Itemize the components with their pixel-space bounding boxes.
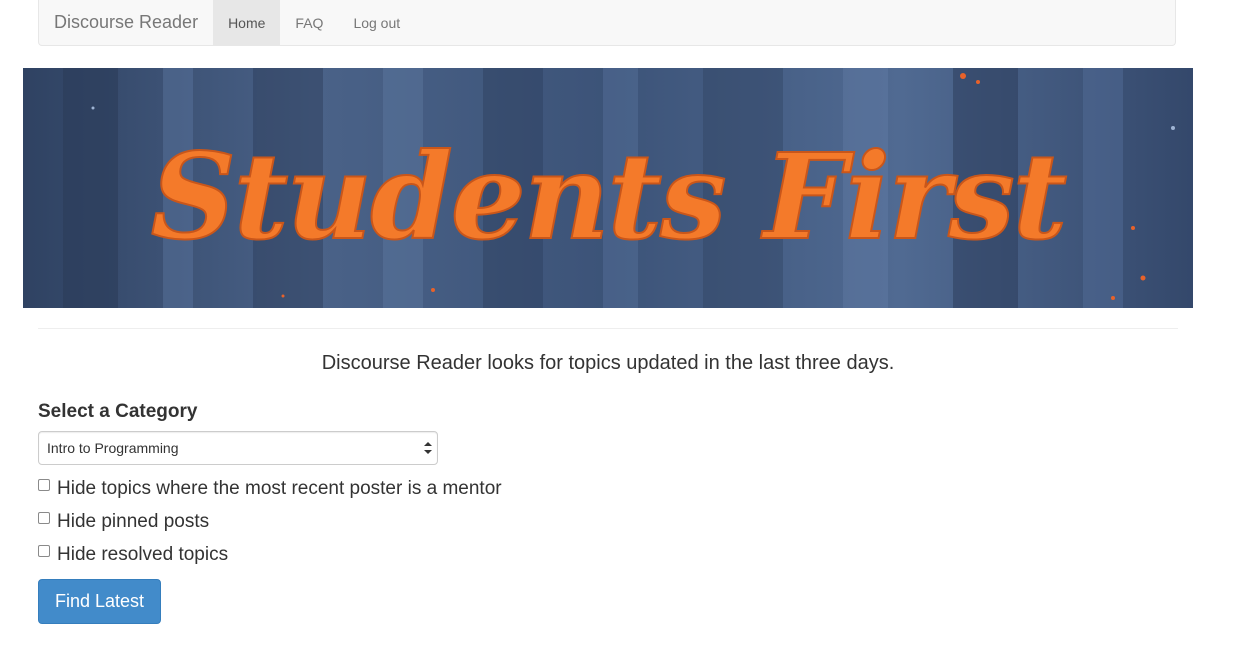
category-select[interactable]: Intro to Programming <box>38 431 438 465</box>
hide-resolved-label[interactable]: Hide resolved topics <box>57 544 228 566</box>
category-label: Select a Category <box>38 401 198 422</box>
hero-banner: Students First <box>23 68 1193 308</box>
hide-pinned-label[interactable]: Hide pinned posts <box>57 511 209 533</box>
content-divider <box>38 328 1178 329</box>
select-arrows-icon <box>424 442 432 454</box>
navbar-brand[interactable]: Discourse Reader <box>39 0 213 45</box>
banner-image: Students First <box>23 68 1193 308</box>
hide-resolved-checkbox[interactable] <box>38 545 50 557</box>
nav-link-home[interactable]: Home <box>213 0 281 45</box>
banner-title: Students First <box>151 127 1067 266</box>
find-latest-button[interactable]: Find Latest <box>38 579 161 624</box>
intro-text: Discourse Reader looks for topics update… <box>321 352 895 374</box>
hide-mentor-label[interactable]: Hide topics where the most recent poster… <box>57 478 502 500</box>
hide-pinned-checkbox[interactable] <box>38 512 50 524</box>
checkbox-row-hide-mentor: Hide topics where the most recent poster… <box>38 478 502 500</box>
hide-mentor-checkbox[interactable] <box>38 479 50 491</box>
checkbox-row-hide-resolved: Hide resolved topics <box>38 544 228 566</box>
nav-link-logout[interactable]: Log out <box>338 0 415 45</box>
checkbox-row-hide-pinned: Hide pinned posts <box>38 511 209 533</box>
category-select-value: Intro to Programming <box>47 440 179 456</box>
top-navbar: Discourse Reader Home FAQ Log out <box>38 0 1176 46</box>
nav-link-faq[interactable]: FAQ <box>280 0 338 45</box>
